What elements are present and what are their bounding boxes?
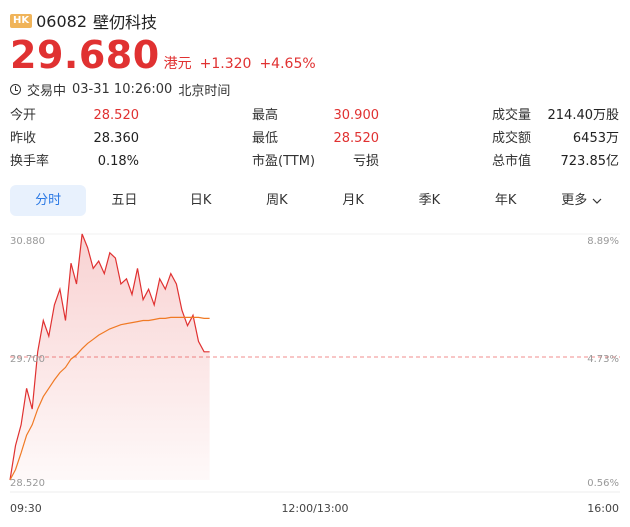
stat-value: 214.40万股 [547, 108, 620, 123]
stat-value: 28.360 [93, 131, 140, 146]
time-zone: 北京时间 [178, 84, 231, 99]
stat-label: 总市值 [492, 154, 532, 169]
y-left-tick-mid: 29.700 [10, 354, 45, 365]
stat-value: 28.520 [333, 131, 380, 146]
tab-monthly-k[interactable]: 月K [315, 185, 391, 216]
stat-volume: 成交量 214.40万股 [492, 106, 619, 126]
stat-market-cap: 总市值 723.85亿 [492, 152, 619, 172]
stat-label: 最低 [252, 131, 279, 146]
stat-pe-ttm: 市盈(TTM) 亏损 [252, 152, 379, 172]
current-price: 29.680 [10, 33, 160, 77]
x-tick-close: 16:00 [587, 502, 619, 515]
y-right-tick-top: 8.89% [587, 236, 619, 247]
stat-label: 今开 [10, 108, 37, 123]
price-change: +1.320 [199, 56, 252, 72]
tab-intraday[interactable]: 分时 [10, 185, 87, 216]
stock-name: 壁仞科技 [93, 13, 158, 32]
trading-time: 03-31 10:26:00 [72, 82, 173, 97]
trading-state: 交易中 [27, 84, 67, 99]
stat-label: 最高 [252, 108, 279, 123]
stat-label: 成交额 [492, 131, 532, 146]
stat-turnover-rate: 换手率 0.18% [10, 152, 139, 172]
y-right-tick-bottom: 0.56% [587, 478, 619, 489]
stock-header: HK 06082 壁仞科技 [10, 9, 157, 33]
stat-low: 最低 28.520 [252, 129, 379, 149]
stat-label: 市盈(TTM) [252, 154, 316, 169]
stat-prev-close: 昨收 28.360 [10, 129, 139, 149]
price-row: 29.680 港元 +1.320 +4.65% [10, 34, 324, 76]
stat-value: 28.520 [93, 108, 140, 123]
period-tabs: 分时 五日 日K 周K 月K 季K 年K 更多 [10, 185, 620, 216]
tab-daily-k[interactable]: 日K [163, 185, 239, 216]
stat-value: 30.900 [333, 108, 380, 123]
stat-open: 今开 28.520 [10, 106, 139, 126]
stat-value: 723.85亿 [560, 154, 620, 169]
x-tick-open: 09:30 [10, 502, 42, 515]
chevron-down-icon [593, 198, 602, 204]
market-badge: HK [10, 14, 33, 28]
tab-more[interactable]: 更多 [544, 185, 620, 216]
x-tick-midday: 12:00/13:00 [281, 502, 348, 515]
stat-high: 最高 30.900 [252, 106, 379, 126]
y-right-tick-mid: 4.73% [587, 354, 619, 365]
y-left-tick-bottom: 28.520 [10, 478, 45, 489]
intraday-chart[interactable]: 30.880 29.700 28.520 8.89% 4.73% 0.56% 0… [0, 228, 630, 527]
stat-value: 6453万 [572, 131, 619, 146]
stat-label: 换手率 [10, 154, 50, 169]
stat-label: 成交量 [492, 108, 532, 123]
currency-unit: 港元 [163, 56, 192, 72]
y-left-tick-top: 30.880 [10, 236, 45, 247]
tab-yearly-k[interactable]: 年K [468, 185, 544, 216]
price-change-percent: +4.65% [259, 56, 316, 72]
stock-code: 06082 [36, 11, 88, 31]
tab-more-label: 更多 [561, 193, 588, 208]
tab-weekly-k[interactable]: 周K [239, 185, 315, 216]
stat-value: 亏损 [352, 154, 379, 169]
stat-value: 0.18% [97, 154, 139, 169]
stat-turnover: 成交额 6453万 [492, 129, 619, 149]
clock-icon [10, 84, 21, 95]
stat-label: 昨收 [10, 131, 37, 146]
tab-five-day[interactable]: 五日 [86, 185, 162, 216]
tab-quarterly-k[interactable]: 季K [391, 185, 467, 216]
trading-status: 交易中 03-31 10:26:00 北京时间 [10, 80, 236, 99]
